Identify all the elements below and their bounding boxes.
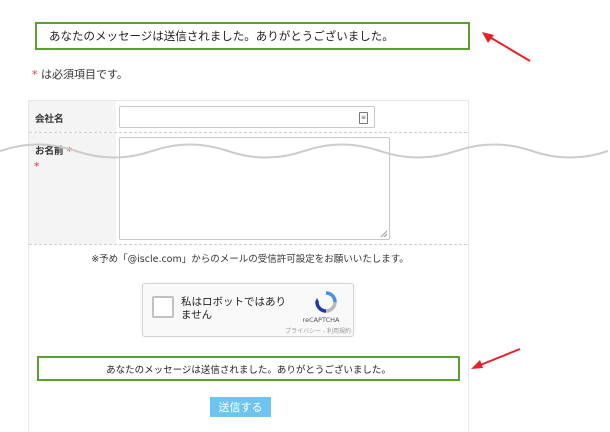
recaptcha-checkbox[interactable] — [152, 296, 174, 318]
required-note-text: は必須項目です。 — [37, 68, 128, 81]
success-message-bottom-text: あなたのメッセージは送信されました。ありがとうございました。 — [106, 364, 391, 376]
success-message-top-text: あなたのメッセージは送信されました。ありがとうございました。 — [49, 29, 394, 43]
company-label-text: 会社名 — [35, 114, 64, 125]
recaptcha-widget: 私はロボットではありません reCAPTCHA プライバシー - 利用規約 — [142, 283, 354, 337]
company-input[interactable]: ≡ — [119, 106, 375, 128]
recaptcha-terms-link[interactable]: プライバシー - 利用規約 — [261, 326, 351, 335]
contact-card-icon[interactable]: ≡ — [359, 112, 368, 124]
recaptcha-label: 私はロボットではありません — [181, 296, 286, 321]
required-note: * は必須項目です。 — [32, 66, 128, 82]
annotation-arrow-top — [482, 32, 531, 62]
success-message-bottom: あなたのメッセージは送信されました。ありがとうございました。 — [37, 356, 460, 381]
annotation-arrow-bottom — [471, 348, 521, 369]
recaptcha-logo-icon — [315, 291, 337, 313]
email-notice: ※予め「@iscle.com」からのメールの受信許可設定をお願いいたします。 — [91, 254, 409, 265]
row-divider — [29, 244, 467, 245]
company-label: 会社名 — [29, 101, 116, 132]
submit-button[interactable]: 送信する — [210, 397, 271, 417]
success-message-top: あなたのメッセージは送信されました。ありがとうございました。 — [35, 22, 470, 50]
cut-wave-divider — [0, 143, 609, 159]
resize-grip-icon[interactable] — [380, 230, 387, 237]
recaptcha-brand: reCAPTCHA — [302, 316, 340, 324]
